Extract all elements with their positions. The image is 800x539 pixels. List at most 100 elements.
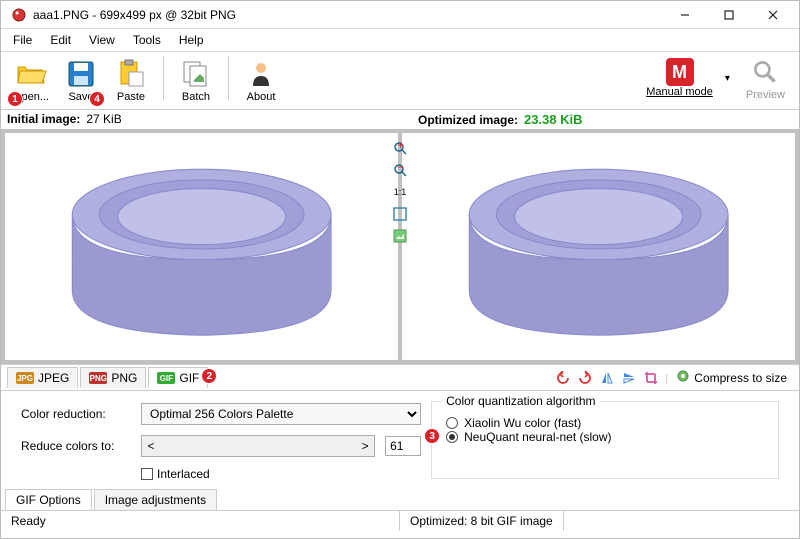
menu-file[interactable]: File xyxy=(5,31,40,49)
gear-icon xyxy=(676,369,690,386)
save-button[interactable]: Save 4 xyxy=(59,56,103,105)
interlaced-label: Interlaced xyxy=(157,467,210,481)
annotation-4: 4 xyxy=(89,91,105,107)
initial-image-pane[interactable] xyxy=(5,133,398,360)
window-title: aaa1.PNG - 699x499 px @ 32bit PNG xyxy=(33,8,663,22)
toolbar-separator xyxy=(163,56,164,100)
crop-icon[interactable] xyxy=(643,370,659,386)
zoom-in-icon[interactable]: + xyxy=(391,139,409,157)
close-button[interactable] xyxy=(751,1,795,29)
manual-mode-icon: M xyxy=(666,58,694,86)
app-icon xyxy=(11,7,27,23)
magnifier-icon xyxy=(751,58,779,89)
transform-tools xyxy=(555,370,663,386)
maximize-button[interactable] xyxy=(707,1,751,29)
paste-button[interactable]: Paste xyxy=(109,56,153,105)
window-controls xyxy=(663,1,795,29)
slider-right-arrow[interactable]: > xyxy=(356,436,374,456)
ring-shape-icon xyxy=(15,139,388,355)
menu-bar: File Edit View Tools Help xyxy=(1,29,799,52)
about-icon xyxy=(245,58,277,90)
menu-help[interactable]: Help xyxy=(171,31,212,49)
open-button[interactable]: Open... 1 xyxy=(9,56,53,105)
tab-jpeg[interactable]: JPG JPEG xyxy=(7,367,78,388)
slider-left-arrow[interactable]: < xyxy=(142,436,160,456)
format-tabs-row: JPG JPEG PNG PNG GIF GIF 2 | Compress to… xyxy=(1,364,799,391)
fit-window-icon[interactable] xyxy=(391,205,409,223)
optimized-image-size: 23.38 KiB xyxy=(524,112,583,127)
interlaced-checkbox[interactable]: Interlaced xyxy=(141,467,421,481)
menu-view[interactable]: View xyxy=(81,31,123,49)
image-viewer-row: + − 1:1 xyxy=(1,129,799,364)
manual-mode-dropdown[interactable]: ▾ xyxy=(721,73,734,84)
gif-badge-icon: GIF xyxy=(157,372,175,384)
manual-mode-label: Manual mode xyxy=(646,86,713,98)
open-folder-icon xyxy=(15,58,47,90)
flip-vertical-icon[interactable] xyxy=(621,370,637,386)
quantization-group-title: Color quantization algorithm xyxy=(442,394,599,408)
menu-tools[interactable]: Tools xyxy=(125,31,169,49)
optimized-image-pane[interactable] xyxy=(402,133,795,360)
color-reduction-select[interactable]: Optimal 256 Colors Palette xyxy=(141,403,421,425)
batch-label: Batch xyxy=(182,91,210,103)
radio-neuquant[interactable]: 3 NeuQuant neural-net (slow) xyxy=(446,430,768,444)
initial-image-label: Initial image: xyxy=(7,112,80,126)
minimize-button[interactable] xyxy=(663,1,707,29)
image-info-row: Initial image: 27 KiB Optimized image: 2… xyxy=(1,110,799,129)
toolbar-separator xyxy=(228,56,229,100)
quantization-group: Color quantization algorithm Xiaolin Wu … xyxy=(431,401,779,479)
paste-icon xyxy=(115,58,147,90)
annotation-3: 3 xyxy=(424,428,440,444)
manual-mode-button[interactable]: M Manual mode xyxy=(640,56,719,100)
tab-jpeg-label: JPEG xyxy=(38,371,69,385)
compress-to-size-button[interactable]: Compress to size xyxy=(670,367,793,388)
flip-horizontal-icon[interactable] xyxy=(599,370,615,386)
reduce-colors-slider[interactable]: < > xyxy=(141,435,375,457)
svg-text:+: + xyxy=(397,141,404,152)
png-badge-icon: PNG xyxy=(89,372,107,384)
radio-slow-label: NeuQuant neural-net (slow) xyxy=(464,430,611,444)
annotation-1: 1 xyxy=(7,91,23,107)
rotate-right-icon[interactable] xyxy=(577,370,593,386)
preview-button[interactable]: Preview xyxy=(740,56,791,103)
radio-on-icon xyxy=(446,431,458,443)
status-optimized: Optimized: 8 bit GIF image xyxy=(400,511,564,531)
about-button[interactable]: About xyxy=(239,56,283,105)
rotate-left-icon[interactable] xyxy=(555,370,571,386)
tab-gif-label: GIF xyxy=(179,371,199,385)
tab-image-adjustments[interactable]: Image adjustments xyxy=(94,489,217,510)
annotation-2: 2 xyxy=(201,368,217,384)
reduce-colors-label: Reduce colors to: xyxy=(21,439,131,453)
reduce-colors-input[interactable] xyxy=(385,436,421,456)
jpeg-badge-icon: JPG xyxy=(16,372,34,384)
tab-png-label: PNG xyxy=(111,371,137,385)
compress-label: Compress to size xyxy=(694,371,787,385)
title-bar: aaa1.PNG - 699x499 px @ 32bit PNG xyxy=(1,1,799,29)
batch-button[interactable]: Batch xyxy=(174,56,218,105)
radio-off-icon xyxy=(446,417,458,429)
about-label: About xyxy=(247,91,276,103)
preview-label: Preview xyxy=(746,89,785,101)
tab-gif[interactable]: GIF GIF 2 xyxy=(148,367,208,388)
tab-gif-options[interactable]: GIF Options xyxy=(5,489,92,510)
bottom-tabs: GIF Options Image adjustments xyxy=(1,489,799,510)
zoom-1to1-button[interactable]: 1:1 xyxy=(391,183,409,201)
settings-panel: Color reduction: Optimal 256 Colors Pale… xyxy=(1,391,799,489)
menu-edit[interactable]: Edit xyxy=(42,31,79,49)
initial-image-size: 27 KiB xyxy=(86,112,121,126)
tab-png[interactable]: PNG PNG xyxy=(80,367,146,388)
svg-text:−: − xyxy=(397,163,404,174)
status-ready: Ready xyxy=(1,511,400,531)
batch-icon xyxy=(180,58,212,90)
zoom-tools: + − 1:1 xyxy=(391,139,409,245)
ring-shape-icon xyxy=(412,139,785,355)
main-toolbar: Open... 1 Save 4 Paste Batch About M Man… xyxy=(1,52,799,110)
radio-xiaolin-wu[interactable]: Xiaolin Wu color (fast) xyxy=(446,416,768,430)
radio-fast-label: Xiaolin Wu color (fast) xyxy=(464,416,581,430)
thumbnail-icon[interactable] xyxy=(391,227,409,245)
status-bar: Ready Optimized: 8 bit GIF image xyxy=(1,510,799,531)
zoom-out-icon[interactable]: − xyxy=(391,161,409,179)
paste-label: Paste xyxy=(117,91,145,103)
save-icon xyxy=(65,58,97,90)
color-reduction-label: Color reduction: xyxy=(21,407,131,421)
